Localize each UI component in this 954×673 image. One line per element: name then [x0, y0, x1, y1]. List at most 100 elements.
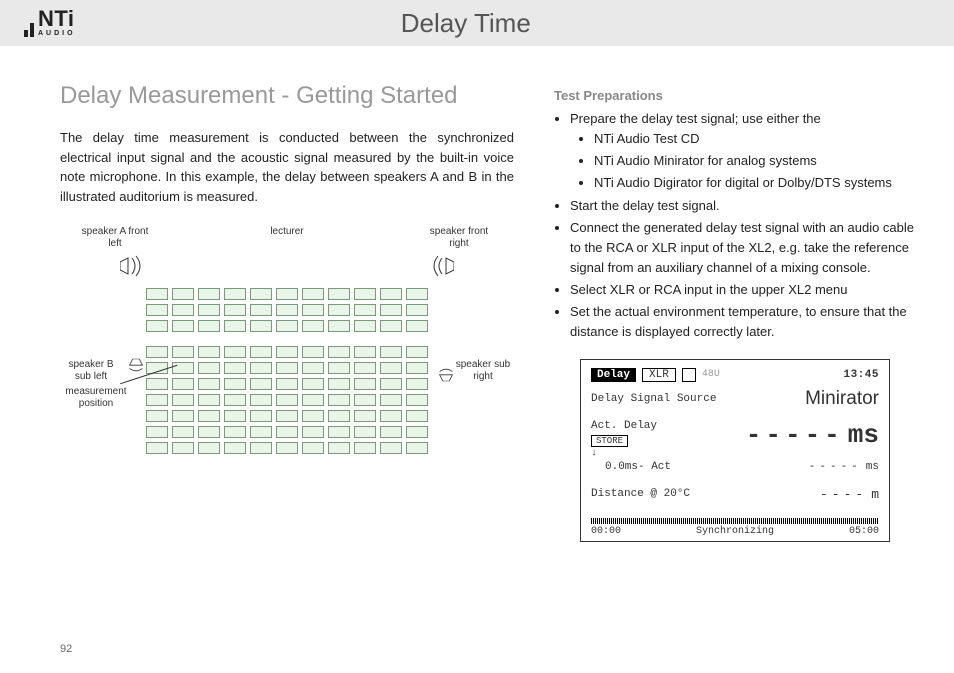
label-speaker-b: speaker B sub left — [60, 359, 122, 383]
seat — [198, 378, 220, 390]
label-lecturer: lecturer — [270, 226, 303, 250]
seat-row — [146, 304, 428, 316]
device-mode: Delay — [591, 368, 636, 382]
seat — [328, 378, 350, 390]
device-act-value: ----- — [746, 420, 844, 450]
device-source-value: Minirator — [805, 388, 879, 410]
page-header: NTi AUDIO Delay Time — [0, 0, 954, 46]
seat — [354, 378, 376, 390]
seat — [172, 346, 194, 358]
seat — [406, 320, 428, 332]
seat — [224, 426, 246, 438]
seat — [146, 410, 168, 422]
seat — [328, 394, 350, 406]
seat — [276, 442, 298, 454]
seat — [172, 320, 194, 332]
seat — [276, 410, 298, 422]
seat — [172, 426, 194, 438]
seat — [328, 426, 350, 438]
seat-grid — [146, 288, 428, 454]
seat — [276, 320, 298, 332]
list-item: Start the delay test signal. — [570, 196, 914, 216]
seat — [380, 288, 402, 300]
seat — [276, 288, 298, 300]
seat — [380, 410, 402, 422]
seat-row — [146, 346, 428, 358]
seat — [172, 378, 194, 390]
seat — [198, 394, 220, 406]
label-measurement-position: measurement position — [60, 386, 132, 410]
seat — [276, 394, 298, 406]
seat — [198, 288, 220, 300]
seat — [250, 426, 272, 438]
seat — [354, 346, 376, 358]
speaker-icon — [426, 254, 454, 278]
seat — [198, 410, 220, 422]
seat — [328, 320, 350, 332]
prep-text: Prepare the delay test signal; use eithe… — [570, 111, 821, 126]
seat — [172, 442, 194, 454]
seat — [224, 320, 246, 332]
seat — [354, 362, 376, 374]
seat — [380, 378, 402, 390]
seat — [302, 442, 324, 454]
seat — [380, 394, 402, 406]
seat — [146, 394, 168, 406]
seat — [172, 410, 194, 422]
seat-row — [146, 394, 428, 406]
seat-row — [146, 410, 428, 422]
label-speaker-front-right: speaker front right — [424, 226, 494, 250]
device-ref-label: 0.0ms- Act — [591, 461, 671, 473]
seat — [380, 304, 402, 316]
seat — [406, 346, 428, 358]
seat — [380, 320, 402, 332]
seat — [198, 442, 220, 454]
seat — [146, 426, 168, 438]
seat — [250, 362, 272, 374]
list-item: NTi Audio Minirator for analog systems — [594, 151, 914, 171]
device-ref-unit: ms — [866, 461, 879, 473]
device-progress-bar — [591, 518, 879, 524]
seat — [406, 378, 428, 390]
arrow-down-icon: ↓ — [591, 448, 746, 459]
seat — [354, 394, 376, 406]
speaker-icon — [120, 254, 148, 278]
seat — [354, 304, 376, 316]
device-time: 13:45 — [843, 369, 879, 381]
seat — [198, 426, 220, 438]
page-title: Delay Time — [0, 8, 936, 39]
seat — [328, 410, 350, 422]
seat — [328, 288, 350, 300]
seat — [354, 442, 376, 454]
seat — [250, 378, 272, 390]
seat — [224, 346, 246, 358]
seat — [146, 288, 168, 300]
seat — [250, 410, 272, 422]
seat — [198, 304, 220, 316]
device-distance-unit: m — [871, 487, 879, 502]
seat — [302, 410, 324, 422]
list-item: Set the actual environment temperature, … — [570, 302, 914, 342]
seat — [276, 378, 298, 390]
seat — [146, 442, 168, 454]
device-sync-status: Synchronizing — [696, 526, 774, 537]
seat — [250, 394, 272, 406]
seat-row — [146, 362, 428, 374]
device-ref-value: ----- — [809, 461, 862, 473]
seat — [302, 288, 324, 300]
auditorium-diagram: speaker A front left lecturer speaker fr… — [60, 226, 514, 454]
seat — [328, 346, 350, 358]
device-source-label: Delay Signal Source — [591, 393, 716, 405]
seat — [406, 410, 428, 422]
seat — [406, 362, 428, 374]
seat — [354, 410, 376, 422]
seat — [250, 288, 272, 300]
list-item: Prepare the delay test signal; use eithe… — [570, 109, 914, 194]
device-distance-label: Distance @ 20°C — [591, 488, 690, 500]
seat — [328, 304, 350, 316]
seat — [224, 410, 246, 422]
list-item: NTi Audio Test CD — [594, 129, 914, 149]
seat — [302, 346, 324, 358]
seat — [406, 426, 428, 438]
device-phantom: 48U — [702, 369, 720, 380]
